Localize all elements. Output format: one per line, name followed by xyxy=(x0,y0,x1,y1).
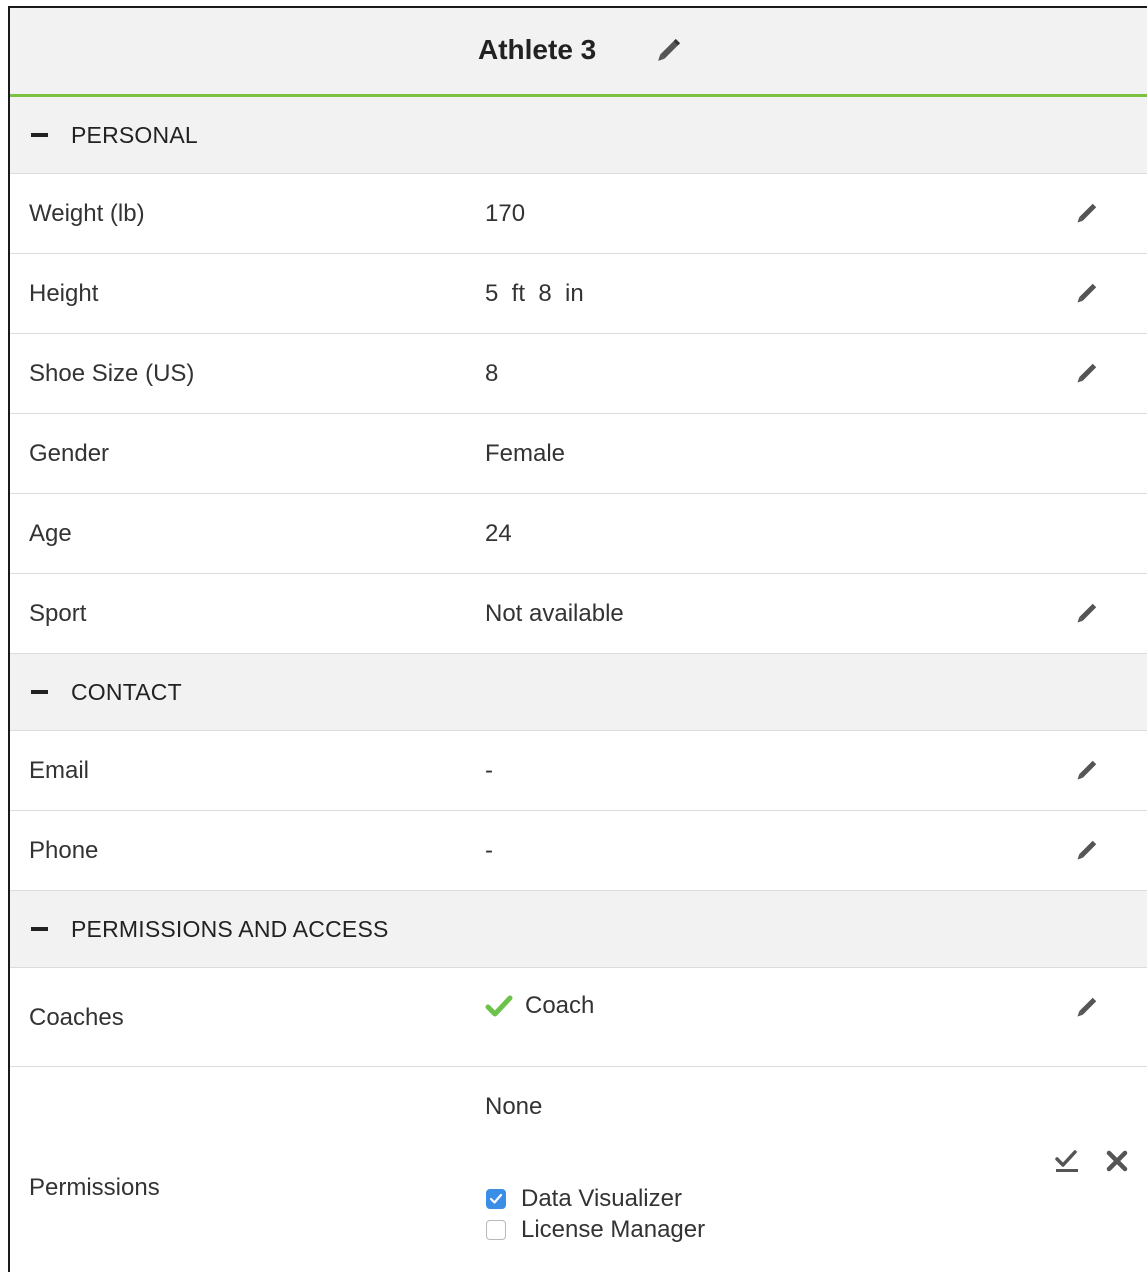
row-age: Age 24 xyxy=(10,494,1147,574)
section-contact[interactable]: CONTACT xyxy=(10,654,1147,731)
edit-name-pencil-icon[interactable] xyxy=(651,34,685,68)
field-label: Age xyxy=(29,519,72,547)
field-label: Height xyxy=(29,279,99,307)
field-label: Coaches xyxy=(29,1004,124,1031)
field-label: Gender xyxy=(29,439,110,467)
row-phone: Phone - xyxy=(10,811,1147,891)
section-permissions[interactable]: PERMISSIONS AND ACCESS xyxy=(10,891,1147,968)
field-value: Not available xyxy=(485,599,624,627)
row-permissions: Permissions None Data Visualizer License… xyxy=(10,1067,1147,1287)
athlete-profile-panel: Athlete 3 PERSONAL Weight (lb) 170 Heigh… xyxy=(8,6,1147,1287)
save-check-icon[interactable] xyxy=(1053,1147,1081,1175)
collapse-minus-icon[interactable] xyxy=(31,690,48,694)
field-label: Sport xyxy=(29,599,87,627)
permissions-options: Data Visualizer License Manager xyxy=(486,1183,705,1245)
checkbox-unchecked-icon[interactable] xyxy=(486,1219,506,1240)
edit-shoe-size-pencil-icon[interactable] xyxy=(1071,359,1101,389)
field-label: Weight (lb) xyxy=(29,199,145,227)
cancel-close-icon[interactable] xyxy=(1103,1147,1131,1175)
field-label: Email xyxy=(29,756,90,784)
row-coaches: Coaches Coach xyxy=(10,968,1147,1067)
section-personal[interactable]: PERSONAL xyxy=(10,97,1147,174)
section-label-personal: PERSONAL xyxy=(71,121,198,148)
field-value: 8 xyxy=(485,359,499,387)
edit-phone-pencil-icon[interactable] xyxy=(1071,836,1101,866)
section-label-contact: CONTACT xyxy=(71,678,182,705)
coach-value: Coach xyxy=(485,992,594,1020)
section-label-permissions: PERMISSIONS AND ACCESS xyxy=(71,915,389,942)
field-value: 24 xyxy=(485,519,512,547)
permission-label: Data Visualizer xyxy=(521,1184,682,1212)
collapse-minus-icon[interactable] xyxy=(31,927,48,931)
field-value: 170 xyxy=(485,199,526,227)
checkmark-icon xyxy=(485,994,513,1018)
field-label: Permissions xyxy=(29,1174,160,1201)
edit-coaches-pencil-icon[interactable] xyxy=(1071,993,1101,1023)
row-height: Height 5 ft 8 in xyxy=(10,254,1147,334)
edit-weight-pencil-icon[interactable] xyxy=(1071,199,1101,229)
row-sport: Sport Not available xyxy=(10,574,1147,654)
edit-height-pencil-icon[interactable] xyxy=(1071,279,1101,309)
row-shoe-size: Shoe Size (US) 8 xyxy=(10,334,1147,414)
row-email: Email - xyxy=(10,731,1147,811)
permission-option-data-visualizer[interactable]: Data Visualizer xyxy=(486,1183,705,1214)
field-value: Female xyxy=(485,439,566,467)
field-label: Shoe Size (US) xyxy=(29,359,195,387)
coach-name: Coach xyxy=(525,992,595,1019)
athlete-name-title: Athlete 3 xyxy=(478,34,597,65)
row-gender: Gender Female xyxy=(10,414,1147,494)
permissions-current-value: None xyxy=(485,1093,543,1120)
permission-option-license-manager[interactable]: License Manager xyxy=(486,1214,705,1245)
edit-sport-pencil-icon[interactable] xyxy=(1071,599,1101,629)
permission-label: License Manager xyxy=(521,1215,706,1243)
field-label: Phone xyxy=(29,836,99,864)
collapse-minus-icon[interactable] xyxy=(31,133,48,137)
checkbox-checked-icon[interactable] xyxy=(486,1188,506,1209)
row-weight: Weight (lb) 170 xyxy=(10,174,1147,254)
profile-header: Athlete 3 xyxy=(10,8,1147,97)
permissions-actions xyxy=(1053,1147,1131,1175)
field-value: - xyxy=(485,756,493,784)
field-value: - xyxy=(485,836,493,864)
field-value: 5 ft 8 in xyxy=(485,279,584,307)
edit-email-pencil-icon[interactable] xyxy=(1071,756,1101,786)
